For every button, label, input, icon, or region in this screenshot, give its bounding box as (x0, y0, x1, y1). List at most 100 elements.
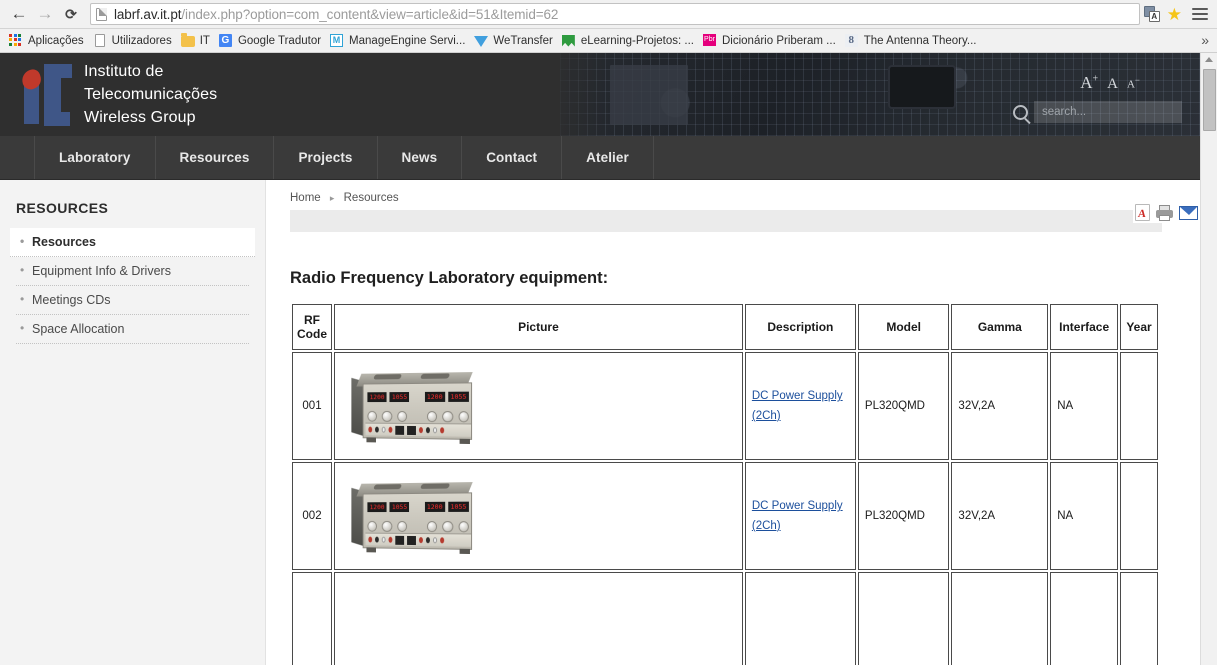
scrollbar-up-arrow-icon[interactable] (1205, 57, 1213, 62)
elearning-icon (561, 34, 576, 48)
email-icon[interactable] (1179, 205, 1198, 220)
web-page: Instituto de Telecomunicações Wireless G… (0, 53, 1200, 665)
page-viewport: Instituto de Telecomunicações Wireless G… (0, 53, 1217, 665)
print-icon[interactable] (1156, 204, 1173, 221)
article-toolbar-strip (290, 210, 1162, 232)
nav-item-news[interactable]: News (378, 136, 463, 179)
logo-line-1: Instituto de (84, 63, 164, 80)
forward-button[interactable]: → (32, 1, 58, 27)
site-logo[interactable]: Instituto de Telecomunicações Wireless G… (0, 60, 217, 129)
cell-rf-code: 001 (292, 352, 332, 460)
nav-right-filler (654, 136, 1200, 179)
sidebar-menu: Resources Equipment Info & Drivers Meeti… (10, 228, 255, 344)
column-header-picture: Picture (334, 304, 743, 350)
nav-item-contact[interactable]: Contact (462, 136, 563, 179)
dc-power-supply-photo: 1200 1055 1200 1055 (351, 482, 476, 555)
translate-icon[interactable]: A (1143, 6, 1161, 22)
cell-model: PL320QMD (857, 352, 950, 460)
psu-led-2: 1055 (391, 392, 408, 401)
psu-led-3: 1200 (426, 392, 443, 401)
address-bar[interactable]: labrf.av.it.pt/index.php?option=com_cont… (90, 3, 1140, 25)
column-header-description: Description (744, 304, 856, 350)
psu-led-4: 1055 (450, 392, 467, 401)
nav-item-laboratory[interactable]: Laboratory (35, 136, 156, 179)
manageengine-icon: M (330, 33, 344, 48)
page-title: Radio Frequency Laboratory equipment: (290, 269, 609, 287)
description-link[interactable]: DC Power Supply (2Ch) (752, 496, 843, 536)
sidebar-item-equipment-info-drivers[interactable]: Equipment Info & Drivers (16, 257, 249, 286)
cell-interface: NA (1050, 352, 1119, 460)
bookmark-star-icon[interactable]: ★ (1167, 6, 1182, 23)
font-increase-button[interactable]: A+ (1080, 73, 1098, 93)
nav-item-resources[interactable]: Resources (156, 136, 275, 179)
sidebar-item-space-allocation[interactable]: Space Allocation (16, 315, 249, 344)
table-row: 002 1200 1055 1200 1055 DC Power Supply … (292, 462, 1158, 570)
nav-left-spacer (0, 136, 35, 179)
search-icon[interactable] (1013, 104, 1028, 120)
cell-picture: 1200 1055 1200 1055 (334, 352, 743, 460)
bookmark-google-tradutor[interactable]: G Google Tradutor (216, 31, 327, 51)
scrollbar-thumb[interactable] (1203, 69, 1216, 131)
bookmark-utilizadores[interactable]: Utilizadores (90, 31, 178, 51)
site-logo-text: Instituto de Telecomunicações Wireless G… (84, 60, 217, 129)
nav-item-projects[interactable]: Projects (274, 136, 378, 179)
bookmark-label: Google Tradutor (237, 34, 322, 47)
page-scrollbar[interactable] (1200, 53, 1217, 665)
it-logo-icon (19, 63, 72, 126)
chrome-menu-icon[interactable] (1192, 5, 1208, 23)
column-header-year: Year (1120, 304, 1158, 350)
site-header: Instituto de Telecomunicações Wireless G… (0, 53, 1200, 136)
bookmark-it[interactable]: IT (178, 31, 216, 51)
font-decrease-button[interactable]: A− (1127, 75, 1140, 91)
bookmark-wetransfer[interactable]: WeTransfer (471, 31, 558, 51)
cell-year (1120, 352, 1158, 460)
bookmark-manageengine[interactable]: M ManageEngine Servi... (327, 31, 471, 51)
priberam-icon: Pbr (703, 33, 717, 48)
sidebar-title: RESOURCES (16, 200, 109, 216)
cell-model (857, 572, 950, 665)
cell-description: DC Power Supply (2Ch) (744, 462, 856, 570)
column-header-model: Model (857, 304, 950, 350)
description-link[interactable]: DC Power Supply (2Ch) (752, 386, 843, 426)
bookmark-aplicacoes[interactable]: Aplicações (6, 31, 90, 51)
cell-year (1120, 572, 1158, 665)
sidebar: RESOURCES Resources Equipment Info & Dri… (0, 180, 266, 665)
bookmark-elearning[interactable]: eLearning-Projetos: ... (559, 31, 700, 51)
sidebar-item-meetings-cds[interactable]: Meetings CDs (16, 286, 249, 315)
toolbar-right-group: A ★ (1143, 5, 1211, 23)
cell-gamma (951, 572, 1049, 665)
bookmarks-bar: Aplicações Utilizadores IT G Google Trad… (0, 29, 1217, 53)
breadcrumb-separator-icon: ▸ (329, 193, 335, 203)
cell-rf-code: 002 (292, 462, 332, 570)
equipment-table: RF Code Picture Description Model Gamma … (290, 302, 1160, 665)
table-row: 001 1200 1055 1200 1055 DC Power Supply … (292, 352, 1158, 460)
bookmark-antenna-theory[interactable]: 8 The Antenna Theory... (842, 31, 983, 51)
psu-led-3: 1200 (426, 502, 443, 511)
cell-picture (334, 572, 743, 665)
cell-description (744, 572, 856, 665)
site-search (1013, 101, 1182, 123)
dc-power-supply-photo: 1200 1055 1200 1055 (351, 372, 476, 445)
bookmark-label: The Antenna Theory... (863, 34, 977, 47)
url-text: labrf.av.it.pt/index.php?option=com_cont… (114, 7, 558, 22)
bookmark-label: ManageEngine Servi... (349, 34, 466, 47)
apps-grid-icon (9, 33, 23, 48)
bookmark-priberam[interactable]: Pbr Dicionário Priberam ... (700, 31, 842, 51)
description-line-1: DC Power Supply (751, 500, 843, 512)
bookmarks-overflow-button[interactable]: » (1201, 32, 1209, 48)
cell-picture: 1200 1055 1200 1055 (334, 462, 743, 570)
content-area: RESOURCES Resources Equipment Info & Dri… (0, 180, 1200, 665)
logo-line-2: Telecomunicações (84, 86, 218, 103)
sidebar-item-resources[interactable]: Resources (10, 228, 255, 257)
cell-interface (1050, 572, 1119, 665)
breadcrumb-home[interactable]: Home (290, 192, 321, 204)
font-normal-button[interactable]: A (1107, 76, 1118, 93)
search-input[interactable] (1034, 101, 1182, 123)
browser-toolbar: ← → ⟳ labrf.av.it.pt/index.php?option=co… (0, 0, 1217, 29)
reload-button[interactable]: ⟳ (58, 1, 84, 27)
pdf-icon[interactable] (1135, 204, 1150, 221)
back-button[interactable]: ← (6, 1, 32, 27)
cell-interface: NA (1050, 462, 1119, 570)
nav-item-atelier[interactable]: Atelier (562, 136, 654, 179)
column-header-gamma: Gamma (951, 304, 1049, 350)
